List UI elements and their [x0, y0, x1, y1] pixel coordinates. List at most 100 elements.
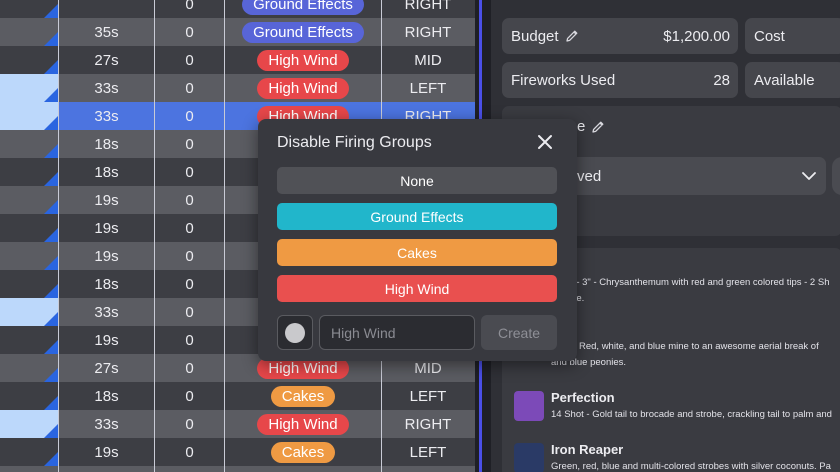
group-pill[interactable]: High Wind: [257, 77, 349, 99]
position-cell: LEFT: [409, 443, 447, 461]
table-row[interactable]: 0 Ground Effects RIGHT: [0, 0, 475, 18]
group-pill[interactable]: Cakes: [270, 441, 336, 463]
disable-firing-groups-modal: Disable Firing Groups None Ground Effect…: [258, 119, 577, 361]
row-marker-cell[interactable]: [0, 438, 59, 466]
group-name-input[interactable]: [319, 315, 475, 350]
fireworks-used-card: Fireworks Used 28: [502, 62, 738, 98]
group-cell[interactable]: Cakes: [225, 382, 382, 410]
count-cell: 0: [155, 382, 225, 410]
group-button-none[interactable]: None: [277, 167, 557, 194]
row-corner-indicator: [44, 32, 58, 46]
count-cell: 0: [155, 46, 225, 74]
row-marker-cell[interactable]: [0, 410, 59, 438]
modal-title: Disable Firing Groups: [277, 134, 432, 151]
table-row[interactable]: 33s 0 High Wind LEFT: [0, 74, 475, 102]
available-label: Available: [754, 71, 815, 89]
row-corner-indicator: [44, 256, 58, 270]
duration-cell: 33s: [59, 102, 155, 130]
group-button-cakes[interactable]: Cakes: [277, 239, 557, 266]
group-pill[interactable]: High Wind: [257, 413, 349, 435]
row-marker-cell[interactable]: [0, 382, 59, 410]
table-row[interactable]: 0: [0, 466, 475, 472]
extra-select[interactable]: [832, 157, 840, 195]
group-pill[interactable]: Cakes: [270, 385, 336, 407]
duration-cell: 33s: [59, 298, 155, 326]
group-pill[interactable]: Ground Effects: [242, 0, 364, 15]
fireworks-used-value: 28: [713, 71, 730, 89]
row-marker-cell[interactable]: [0, 466, 59, 472]
pencil-icon[interactable]: [591, 120, 605, 134]
budget-card[interactable]: Budget $1,200.00: [502, 18, 738, 54]
row-marker-cell[interactable]: [0, 0, 59, 18]
budget-label: Budget: [511, 27, 559, 45]
group-cell[interactable]: Ground Effects: [225, 18, 382, 46]
row-corner-indicator: [44, 88, 58, 102]
count-cell: 0: [155, 270, 225, 298]
row-marker-cell[interactable]: [0, 158, 59, 186]
row-corner-indicator: [44, 144, 58, 158]
row-marker-cell[interactable]: [0, 214, 59, 242]
position-cell: RIGHT: [404, 415, 452, 433]
close-icon[interactable]: [536, 133, 554, 151]
group-cell[interactable]: High Wind: [225, 46, 382, 74]
row-marker-cell[interactable]: [0, 186, 59, 214]
table-row[interactable]: 18s 0 Cakes LEFT: [0, 382, 475, 410]
group-pill[interactable]: High Wind: [257, 49, 349, 71]
row-marker-cell[interactable]: [0, 18, 59, 46]
color-swatch: [285, 322, 305, 343]
show-name-label: e: [577, 118, 586, 135]
row-corner-indicator: [44, 340, 58, 354]
item-desc: 14 Shot - Gold tail to brocade and strob…: [551, 409, 832, 420]
row-marker-cell[interactable]: [0, 298, 59, 326]
duration-cell: 19s: [59, 326, 155, 354]
chevron-down-icon: [802, 171, 816, 180]
firework-thumbnail: [514, 391, 544, 421]
row-marker-cell[interactable]: [0, 102, 59, 130]
table-row[interactable]: 27s 0 High Wind MID: [0, 46, 475, 74]
item-desc: Shot - Red, white, and blue mine to an a…: [551, 341, 819, 352]
count-cell: 0: [155, 410, 225, 438]
table-row[interactable]: 35s 0 Ground Effects RIGHT: [0, 18, 475, 46]
create-button[interactable]: Create: [481, 315, 557, 350]
row-marker-cell[interactable]: [0, 130, 59, 158]
cost-card: Cost: [745, 18, 840, 54]
count-cell: 0: [155, 0, 225, 18]
row-corner-indicator: [44, 312, 58, 326]
count-cell: 0: [155, 74, 225, 102]
group-cell[interactable]: [225, 466, 382, 472]
group-pill[interactable]: Ground Effects: [242, 21, 364, 43]
group-cell[interactable]: High Wind: [225, 74, 382, 102]
position-cell: RIGHT: [404, 23, 452, 41]
duration-cell: 18s: [59, 130, 155, 158]
duration-cell: [59, 0, 155, 18]
group-button-high-wind[interactable]: High Wind: [277, 275, 557, 302]
table-row[interactable]: 33s 0 High Wind RIGHT: [0, 410, 475, 438]
count-cell: 0: [155, 158, 225, 186]
row-marker-cell[interactable]: [0, 242, 59, 270]
row-corner-indicator: [44, 4, 58, 18]
group-cell[interactable]: High Wind: [225, 410, 382, 438]
item-title: Perfection: [551, 390, 615, 405]
count-cell: 0: [155, 242, 225, 270]
row-marker-cell[interactable]: [0, 46, 59, 74]
row-marker-cell[interactable]: [0, 74, 59, 102]
duration-cell: 33s: [59, 410, 155, 438]
row-marker-cell[interactable]: [0, 326, 59, 354]
color-picker-button[interactable]: [277, 315, 313, 350]
group-cell[interactable]: Ground Effects: [225, 0, 382, 18]
group-cell[interactable]: Cakes: [225, 438, 382, 466]
table-row[interactable]: 19s 0 Cakes LEFT: [0, 438, 475, 466]
pencil-icon[interactable]: [565, 29, 579, 43]
duration-cell: 18s: [59, 382, 155, 410]
count-cell: 0: [155, 130, 225, 158]
duration-cell: 33s: [59, 74, 155, 102]
row-marker-cell[interactable]: [0, 270, 59, 298]
position-cell: RIGHT: [404, 0, 452, 13]
row-marker-cell[interactable]: [0, 354, 59, 382]
item-title: Iron Reaper: [551, 442, 624, 457]
group-button-ground-effects[interactable]: Ground Effects: [277, 203, 557, 230]
firework-thumbnail: [514, 443, 544, 472]
count-cell: 0: [155, 186, 225, 214]
item-desc-2: e finale.: [551, 291, 840, 307]
available-card: Available: [745, 62, 840, 98]
